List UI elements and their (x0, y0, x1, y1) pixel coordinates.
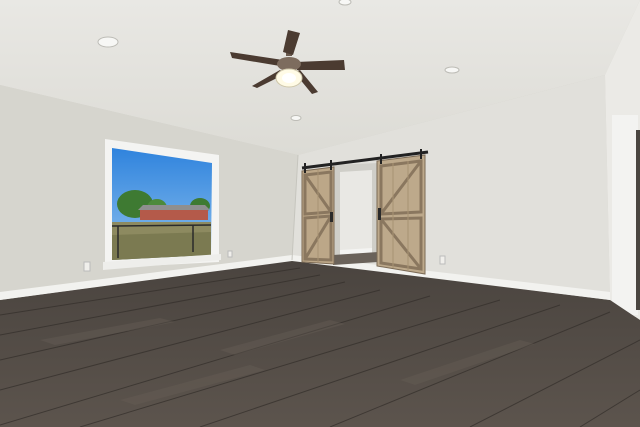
right-doorway-opening (636, 130, 640, 310)
right-doorway-frame (612, 115, 638, 315)
recessed-light-4 (338, 0, 352, 6)
outlet-right (439, 255, 446, 265)
recessed-light-1 (97, 36, 119, 48)
recessed-light-2 (444, 66, 460, 74)
barn-door-left (301, 166, 335, 265)
empty-room-photo (0, 0, 640, 427)
outlet-left (83, 261, 91, 272)
outlet-mid (227, 250, 233, 258)
barn-door-right (376, 154, 426, 275)
picture-window (103, 139, 221, 270)
recessed-light-3 (290, 115, 302, 121)
